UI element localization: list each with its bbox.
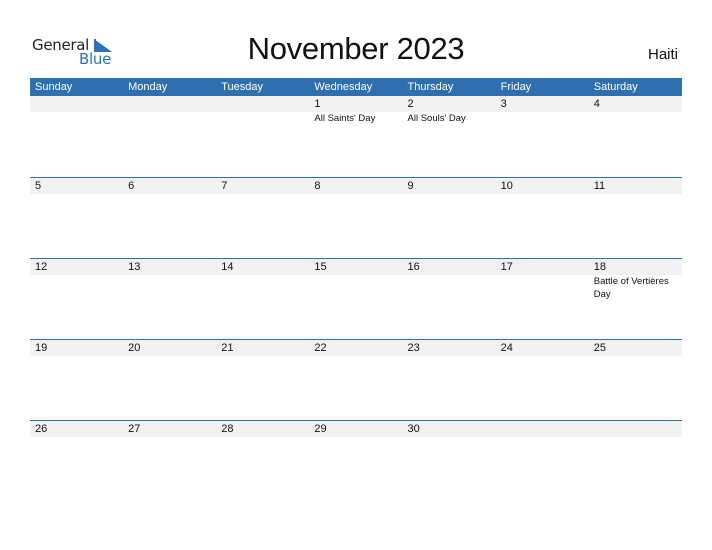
- holiday-label: Battle of Vertières Day: [593, 276, 669, 300]
- day-number: 11: [593, 180, 606, 192]
- day-number: 23: [407, 342, 420, 354]
- day-cell: 16: [403, 259, 496, 301]
- day-number: 8: [314, 180, 321, 192]
- day-cell: [216, 96, 309, 125]
- week-cells: 5 6 7 8 9 10 11: [30, 178, 682, 194]
- weekday-saturday: Saturday: [593, 81, 638, 93]
- week-cells: 26 27 28 29 30: [30, 421, 682, 437]
- day-number: 19: [35, 342, 48, 354]
- day-cell: 9: [403, 178, 496, 194]
- day-number: 29: [314, 423, 327, 435]
- day-number: 7: [221, 180, 228, 192]
- day-number: 22: [314, 342, 327, 354]
- day-number: 6: [128, 180, 135, 192]
- weekday-monday: Monday: [128, 81, 168, 93]
- holiday-label: All Souls' Day: [407, 113, 466, 124]
- day-number: 21: [221, 342, 234, 354]
- day-number: 3: [500, 98, 507, 110]
- day-cell: 21: [216, 340, 309, 356]
- day-number: 27: [128, 423, 141, 435]
- day-cell: 5: [30, 178, 123, 194]
- day-cell: 8: [309, 178, 402, 194]
- day-number: 5: [35, 180, 42, 192]
- country-label: Haiti: [647, 46, 678, 63]
- day-number: 9: [407, 180, 414, 192]
- day-cell: 13: [123, 259, 216, 301]
- day-cell: 15: [309, 259, 402, 301]
- day-cell: 14: [216, 259, 309, 301]
- day-cell: 1 All Saints' Day: [309, 96, 402, 125]
- weekday-thursday: Thursday: [407, 81, 454, 93]
- day-number: 24: [500, 342, 513, 354]
- day-cell: [589, 421, 682, 437]
- weeks-container: 1 All Saints' Day 2 All Souls' Day 3 4 5 6 7 8 9 10…: [30, 96, 682, 501]
- day-cell: [496, 421, 589, 437]
- weekday-wednesday: Wednesday: [314, 81, 373, 93]
- week-row: 12 13 14 15 16 17 18 Battle of Vertières Day: [30, 258, 682, 339]
- day-cell: 27: [123, 421, 216, 437]
- weekday-tuesday: Tuesday: [221, 81, 264, 93]
- calendar-title: November 2023: [247, 31, 465, 66]
- day-cell: 4: [589, 96, 682, 125]
- day-cell: 25: [589, 340, 682, 356]
- week-row: 5 6 7 8 9 10 11: [30, 177, 682, 258]
- day-cell: 30: [403, 421, 496, 437]
- day-number: 14: [221, 261, 234, 273]
- day-cell: 11: [589, 178, 682, 194]
- day-cell: 6: [123, 178, 216, 194]
- day-cell: 2 All Souls' Day: [403, 96, 496, 125]
- day-number: 20: [128, 342, 141, 354]
- day-number: [35, 96, 123, 112]
- day-cell: 26: [30, 421, 123, 437]
- day-cell: 18 Battle of Vertières Day: [589, 259, 682, 301]
- day-number: 18: [593, 261, 606, 273]
- day-number: 16: [407, 261, 420, 273]
- day-cell: 29: [309, 421, 402, 437]
- day-cell: 24: [496, 340, 589, 356]
- weekday-sunday: Sunday: [35, 81, 73, 93]
- holiday-label: All Saints' Day: [314, 113, 376, 124]
- week-cells: 1 All Saints' Day 2 All Souls' Day 3 4: [30, 96, 682, 125]
- week-row: 26 27 28 29 30: [30, 420, 682, 501]
- day-number: 15: [314, 261, 327, 273]
- day-cell: 17: [496, 259, 589, 301]
- day-cell: 12: [30, 259, 123, 301]
- day-number: 2: [407, 98, 414, 110]
- day-cell: [30, 96, 123, 125]
- week-cells: 19 20 21 22 23 24 25: [30, 340, 682, 356]
- day-number: 4: [593, 98, 600, 110]
- day-number: [501, 421, 589, 437]
- weekday-friday: Friday: [500, 81, 532, 93]
- day-number: 28: [221, 423, 234, 435]
- week-row: 19 20 21 22 23 24 25: [30, 339, 682, 420]
- day-number: [128, 96, 216, 112]
- day-cell: [123, 96, 216, 125]
- day-number: 1: [314, 98, 321, 110]
- day-cell: 3: [496, 96, 589, 125]
- week-row: 1 All Saints' Day 2 All Souls' Day 3 4: [30, 96, 682, 177]
- day-number: [594, 421, 682, 437]
- day-cell: 19: [30, 340, 123, 356]
- weekday-header: Sunday Monday Tuesday Wednesday Thursday…: [30, 78, 682, 96]
- day-cell: 10: [496, 178, 589, 194]
- day-cell: 22: [309, 340, 402, 356]
- day-cell: 23: [403, 340, 496, 356]
- day-cell: 7: [216, 178, 309, 194]
- day-number: 26: [35, 423, 48, 435]
- day-number: 25: [593, 342, 606, 354]
- day-cell: 20: [123, 340, 216, 356]
- calendar-grid: Sunday Monday Tuesday Wednesday Thursday…: [30, 78, 682, 501]
- day-number: [221, 96, 309, 112]
- day-number: 10: [500, 180, 513, 192]
- day-number: 30: [407, 423, 420, 435]
- week-cells: 12 13 14 15 16 17 18 Battle of Vertières Day: [30, 259, 682, 301]
- day-number: 13: [128, 261, 141, 273]
- day-number: 12: [35, 261, 48, 273]
- day-cell: 28: [216, 421, 309, 437]
- day-number: 17: [500, 261, 513, 273]
